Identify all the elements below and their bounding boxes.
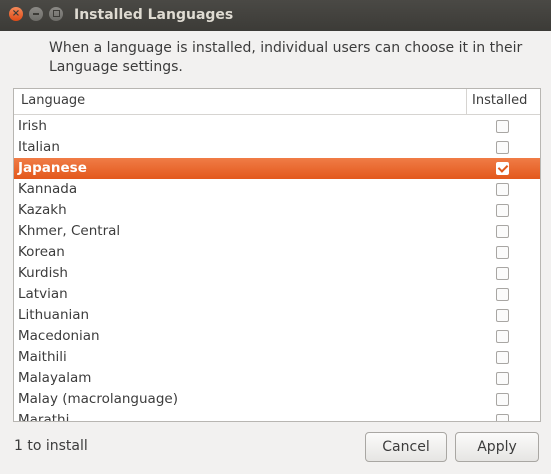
installed-checkbox[interactable] [496,183,509,196]
column-separator [466,89,467,114]
installed-checkbox[interactable] [496,288,509,301]
installed-checkbox[interactable] [496,267,509,280]
language-name: Lithuanian [18,307,90,323]
list-item[interactable]: Malayalam [14,368,540,389]
installed-checkbox[interactable] [496,141,509,154]
installed-checkbox[interactable] [496,246,509,259]
installed-checkbox[interactable] [496,204,509,217]
list-rows: Irish Italian Japanese Kannada Kazakh Khmer, … [14,116,540,422]
language-name: Khmer, Central [18,223,121,239]
cancel-button[interactable]: Cancel [365,432,447,462]
language-name: Kannada [18,181,78,197]
list-item[interactable]: Latvian [14,284,540,305]
installed-languages-dialog: × Installed Languages When a language is… [0,0,551,474]
language-name: Macedonian [18,328,100,344]
language-name: Korean [18,244,65,260]
window-title: Installed Languages [74,7,234,23]
list-item[interactable]: Macedonian [14,326,540,347]
list-item[interactable]: Maithili [14,347,540,368]
language-name: Malay (macrolanguage) [18,391,178,407]
list-item[interactable]: Japanese [14,158,540,179]
language-name: Malayalam [18,370,92,386]
list-item[interactable]: Irish [14,116,540,137]
list-item[interactable]: Marathi [14,410,540,422]
list-item[interactable]: Kurdish [14,263,540,284]
column-header-language[interactable]: Language [21,93,85,108]
maximize-icon[interactable] [49,7,63,21]
list-header: Language Installed [14,89,540,115]
installed-checkbox[interactable] [496,414,509,421]
language-name: Latvian [18,286,68,302]
list-item[interactable]: Kazakh [14,200,540,221]
installed-checkbox[interactable] [496,330,509,343]
apply-button[interactable]: Apply [455,432,539,462]
titlebar: × Installed Languages [0,0,551,31]
installed-checkbox[interactable] [496,225,509,238]
description-text: When a language is installed, individual… [49,40,523,75]
minimize-icon[interactable] [29,7,43,21]
column-header-installed[interactable]: Installed [472,93,527,108]
installed-checkbox[interactable] [496,351,509,364]
language-name: Kurdish [18,265,68,281]
language-name: Italian [18,139,60,155]
install-status: 1 to install [14,438,88,454]
installed-checkbox[interactable] [496,162,509,175]
language-name: Irish [18,118,47,134]
list-item[interactable]: Khmer, Central [14,221,540,242]
language-name: Kazakh [18,202,67,218]
installed-checkbox[interactable] [496,309,509,322]
language-name: Marathi [18,412,70,422]
installed-checkbox[interactable] [496,120,509,133]
close-icon[interactable]: × [9,7,23,21]
list-item[interactable]: Italian [14,137,540,158]
list-item[interactable]: Malay (macrolanguage) [14,389,540,410]
installed-checkbox[interactable] [496,372,509,385]
language-name: Maithili [18,349,67,365]
language-name: Japanese [18,160,87,176]
language-list[interactable]: Language Installed Irish Italian Japanese K… [13,88,541,422]
list-item[interactable]: Kannada [14,179,540,200]
list-item[interactable]: Korean [14,242,540,263]
installed-checkbox[interactable] [496,393,509,406]
list-item[interactable]: Lithuanian [14,305,540,326]
